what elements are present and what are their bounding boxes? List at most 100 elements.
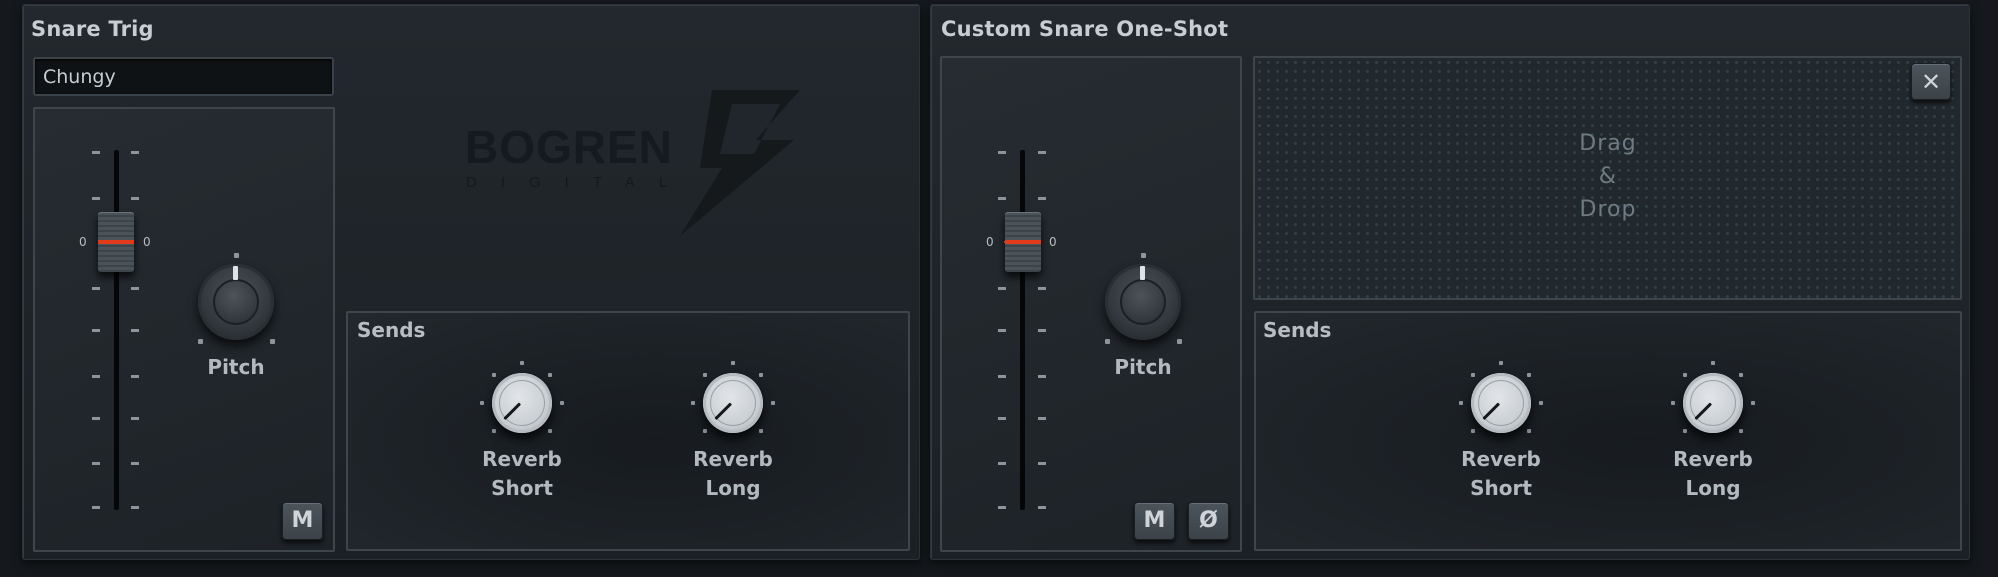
fader-zero-label-left: 0 [986,235,994,249]
label-line-2: Long [705,476,761,500]
fader-tick [131,329,139,332]
fader-tick [92,417,100,420]
send-knob-long[interactable] [703,373,763,433]
knob-cap [1120,279,1166,325]
pitch-label: Pitch [207,355,265,379]
fader-tick [998,462,1006,465]
volume-fader-handle[interactable] [98,212,134,272]
fader-tick [1038,462,1046,465]
fader-tick [1038,287,1046,290]
send-knob-short[interactable] [492,373,552,433]
pitch-scale-dot-top [234,253,239,258]
fader-tick [131,287,139,290]
fader-pitch-section [33,107,335,552]
sends-section-left [346,311,910,551]
mute-button-right[interactable]: M [1134,502,1175,540]
knob-indicator [233,266,238,280]
label-line-1: Reverb [693,447,773,471]
fader-tick [92,287,100,290]
knob-indicator [1140,266,1145,280]
label-line-1: Reverb [1673,447,1753,471]
send-scale-dot [1527,429,1532,434]
phase-invert-button[interactable]: Ø [1188,502,1229,540]
mute-button[interactable]: M [282,502,323,540]
fader-tick [131,506,139,509]
fader-tick [1038,197,1046,200]
send-knob-label: Reverb Long [1653,445,1773,503]
fader-tick [1038,329,1046,332]
send-scale-dot [1751,401,1755,405]
preset-selector[interactable]: Chungy [33,57,334,96]
fader-tick [131,462,139,465]
send-knob-short[interactable] [1471,373,1531,433]
fader-tick [131,417,139,420]
send-scale-dot [1739,372,1744,377]
send-scale-dot [731,361,735,365]
custom-snare-title: Custom Snare One-Shot [941,17,1229,41]
fader-tick [998,197,1006,200]
label-line-2: Long [1685,476,1741,500]
clear-sample-button[interactable]: ✕ [1911,63,1951,100]
snare-trig-title: Snare Trig [31,17,154,41]
fader-tick [131,375,139,378]
fader-tick [1038,151,1046,154]
sends-label-left: Sends [357,318,426,342]
sends-section-right [1254,311,1962,551]
fader-tick [92,151,100,154]
brand-logo-text: BOGREN [465,121,673,173]
send-scale-dot [702,372,707,377]
fader-tick [998,375,1006,378]
pitch-scale-dot-max [270,339,275,344]
fader-zero-label-left: 0 [79,235,87,249]
label-line-1: Reverb [482,447,562,471]
fader-tick [998,329,1006,332]
fader-tick [92,197,100,200]
fader-tick [998,287,1006,290]
fader-zero-indicator [1005,240,1041,244]
send-scale-dot [771,401,775,405]
send-scale-dot [491,429,496,434]
send-scale-dot [1539,401,1543,405]
send-scale-dot [1499,361,1503,365]
send-scale-dot [1682,429,1687,434]
fader-zero-label-right: 0 [143,235,151,249]
pitch-scale-dot-min [1105,339,1110,344]
send-knob-label: Reverb Short [1441,445,1561,503]
send-scale-dot [1711,361,1715,365]
send-scale-dot [1459,401,1463,405]
send-scale-dot [480,401,484,405]
knob-cap [213,279,259,325]
send-scale-dot [548,429,553,434]
send-scale-dot [691,401,695,405]
send-scale-dot [702,429,707,434]
fader-tick [998,506,1006,509]
lightning-bolt-icon [680,90,800,236]
pitch-scale-dot-max [1177,339,1182,344]
fader-tick [1038,506,1046,509]
send-knob-long[interactable] [1683,373,1743,433]
fader-tick [131,151,139,154]
volume-fader-track-right[interactable] [1020,150,1025,510]
pitch-knob-right[interactable] [1105,264,1181,340]
dropzone-hint: Drag & Drop [1579,131,1637,222]
send-scale-dot [1671,401,1675,405]
send-scale-dot [520,361,524,365]
fader-tick [92,506,100,509]
volume-fader-track[interactable] [114,150,119,510]
send-scale-dot [1682,372,1687,377]
fader-tick [92,329,100,332]
volume-fader-handle-right[interactable] [1005,212,1041,272]
fader-tick [998,417,1006,420]
send-scale-dot [1470,429,1475,434]
pitch-scale-dot-min [198,339,203,344]
send-scale-dot [1470,372,1475,377]
pitch-knob[interactable] [198,264,274,340]
fader-tick [131,197,139,200]
fader-tick [92,462,100,465]
send-scale-dot [1739,429,1744,434]
send-scale-dot [759,372,764,377]
send-scale-dot [759,429,764,434]
sends-label-right: Sends [1263,318,1332,342]
send-scale-dot [1527,372,1532,377]
send-scale-dot [491,372,496,377]
